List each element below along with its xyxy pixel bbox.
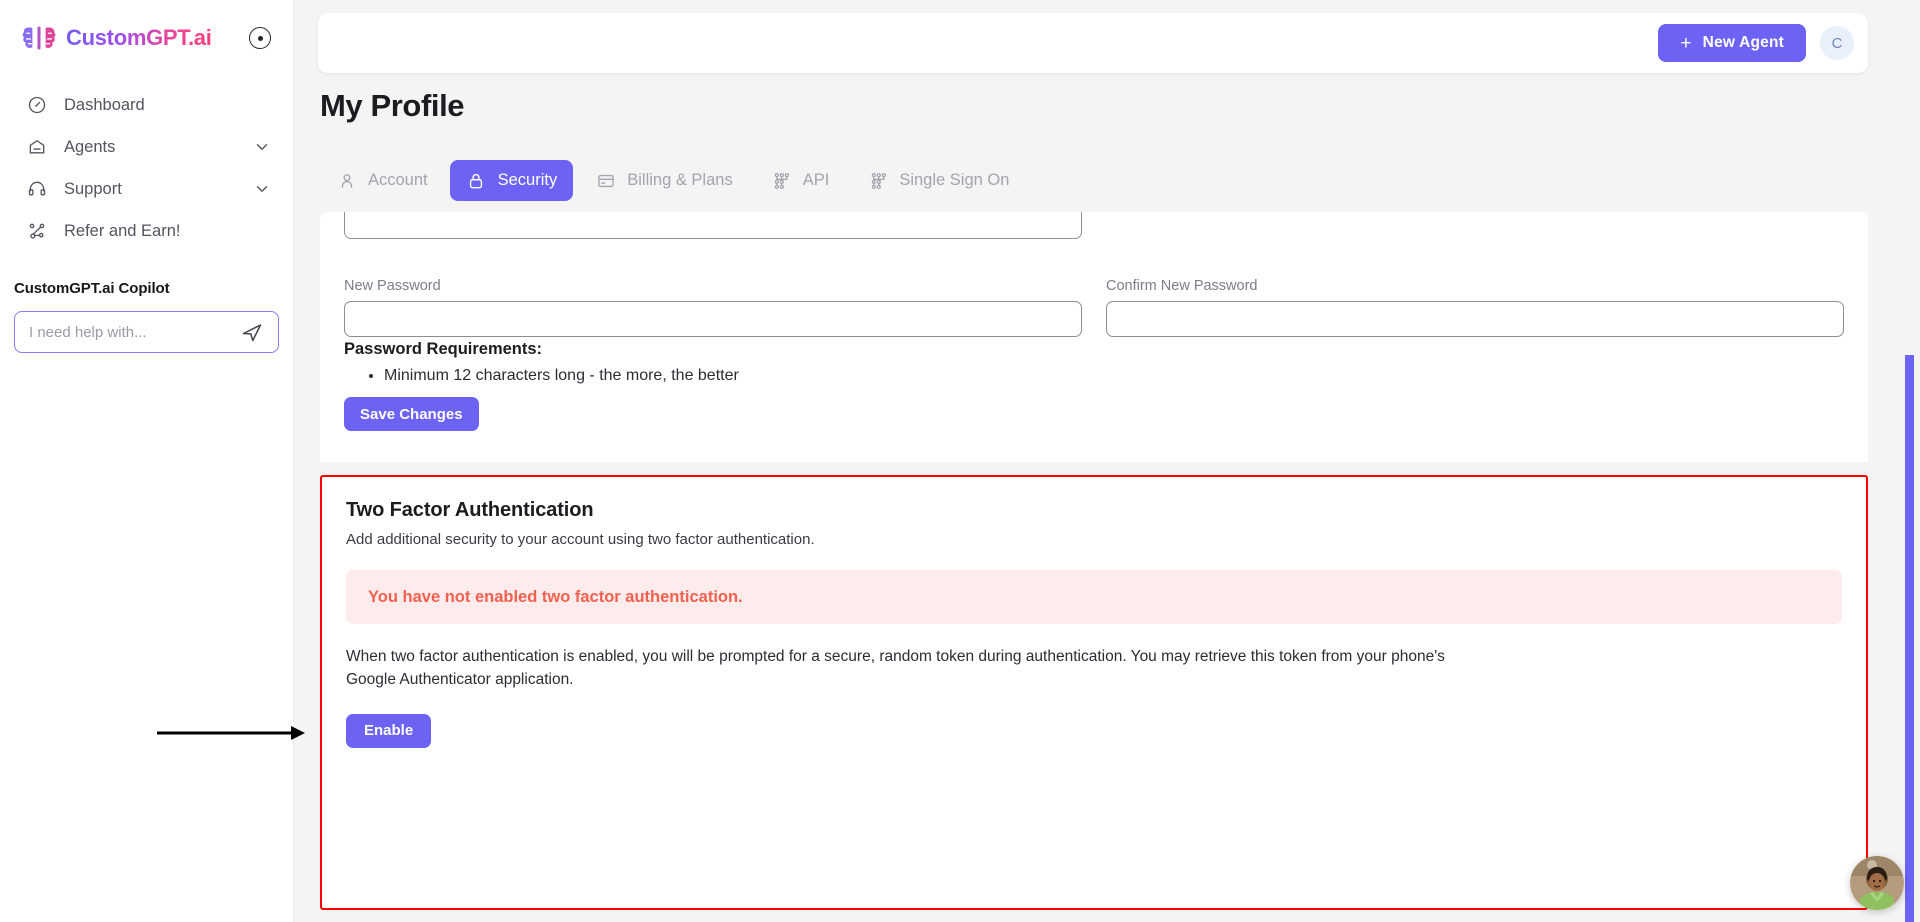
two-factor-subtitle: Add additional security to your account … <box>346 531 815 548</box>
tab-label: Billing & Plans <box>627 171 733 189</box>
tab-label: Account <box>368 171 428 189</box>
user-avatar[interactable]: C <box>1820 26 1854 60</box>
sidebar-item-refer-and-earn[interactable]: Refer and Earn! <box>0 210 293 252</box>
page-title: My Profile <box>320 88 465 123</box>
change-password-card: New Password Confirm New Password Passwo… <box>320 212 1868 462</box>
enable-two-factor-button[interactable]: Enable <box>346 713 432 748</box>
copilot-search-input[interactable] <box>29 323 240 341</box>
new-agent-label: New Agent <box>1702 34 1784 51</box>
nodes-icon <box>771 170 792 191</box>
password-requirements-title: Password Requirements: <box>344 340 543 358</box>
app-root: CustomGPT.ai Dashboard Agents Support Re… <box>0 0 1920 922</box>
two-factor-authentication-card: Two Factor Authentication Add additional… <box>320 475 1868 910</box>
password-requirement-item: Minimum 12 characters long - the more, t… <box>384 367 739 385</box>
main-content: + New Agent C My Profile Account Securit… <box>294 0 1920 922</box>
nodes-icon <box>867 170 888 191</box>
save-changes-button[interactable]: Save Changes <box>344 397 479 431</box>
user-icon <box>336 170 357 191</box>
brain-logo-icon <box>20 19 58 57</box>
confirm-password-input[interactable] <box>1106 301 1844 337</box>
profile-tabs: Account Security Billing & Plans API Sin… <box>320 160 1025 201</box>
headset-icon <box>26 178 48 200</box>
password-form-row-2: New Password Confirm New Password <box>344 278 1844 337</box>
sidebar-item-label: Support <box>64 179 122 198</box>
confirm-password-field-group: Confirm New Password <box>1106 278 1844 337</box>
chevron-down-icon[interactable] <box>253 138 271 156</box>
agent-envelope-icon <box>26 136 48 158</box>
tab-label: Single Sign On <box>899 171 1010 189</box>
collapse-dot <box>257 35 263 41</box>
tab-security[interactable]: Security <box>449 160 574 201</box>
sidebar-nav: Dashboard Agents Support Refer and Earn! <box>0 76 293 252</box>
collapse-circle-icon[interactable] <box>249 27 271 49</box>
current-password-input[interactable] <box>344 212 1082 239</box>
two-factor-title: Two Factor Authentication <box>346 499 594 521</box>
new-agent-button[interactable]: + New Agent <box>1658 24 1806 62</box>
content-scrollbar-thumb[interactable] <box>1905 355 1914 922</box>
gauge-icon <box>26 94 48 116</box>
sidebar-item-label: Dashboard <box>64 95 145 114</box>
copilot-input-box[interactable] <box>14 311 279 353</box>
tab-billing-and-plans[interactable]: Billing & Plans <box>579 160 748 201</box>
sidebar-item-agents[interactable]: Agents <box>0 126 293 168</box>
tab-account[interactable]: Account <box>320 160 444 201</box>
new-password-field-group: New Password <box>344 278 1082 337</box>
current-password-field-group <box>344 212 1082 239</box>
spacer-field-group <box>1106 212 1844 239</box>
password-requirements-list: Minimum 12 characters long - the more, t… <box>368 367 739 385</box>
two-factor-status-badge: You have not enabled two factor authenti… <box>346 570 1842 624</box>
sidebar: CustomGPT.ai Dashboard Agents Support Re… <box>0 0 294 922</box>
brand-name: CustomGPT.ai <box>66 25 212 50</box>
tab-label: Security <box>497 171 558 189</box>
brand-row: CustomGPT.ai <box>0 0 293 76</box>
confirm-password-label: Confirm New Password <box>1106 278 1258 294</box>
sidebar-item-label: Agents <box>64 137 116 156</box>
content-scrollbar-track[interactable] <box>1905 0 1917 922</box>
two-factor-description: When two factor authentication is enable… <box>346 648 1445 688</box>
lock-icon <box>466 170 487 191</box>
new-password-label: New Password <box>344 278 441 294</box>
support-avatar-icon <box>1850 856 1904 910</box>
sidebar-item-support[interactable]: Support <box>0 168 293 210</box>
sidebar-item-label: Refer and Earn! <box>64 221 181 240</box>
plus-icon: + <box>1680 32 1692 54</box>
copilot-title: CustomGPT.ai Copilot <box>14 280 170 297</box>
chevron-down-icon[interactable] <box>253 180 271 198</box>
sidebar-item-dashboard[interactable]: Dashboard <box>0 84 293 126</box>
tab-single-sign-on[interactable]: Single Sign On <box>851 160 1025 201</box>
new-password-input[interactable] <box>344 301 1082 337</box>
credit-card-icon <box>595 170 616 191</box>
share-nodes-icon <box>26 220 48 242</box>
top-bar: + New Agent C <box>318 13 1868 73</box>
paper-plane-icon[interactable] <box>240 320 264 344</box>
tab-api[interactable]: API <box>755 160 846 201</box>
tab-label: API <box>802 171 830 189</box>
password-form-row-1 <box>344 212 1844 239</box>
support-chat-widget[interactable] <box>1850 856 1904 910</box>
